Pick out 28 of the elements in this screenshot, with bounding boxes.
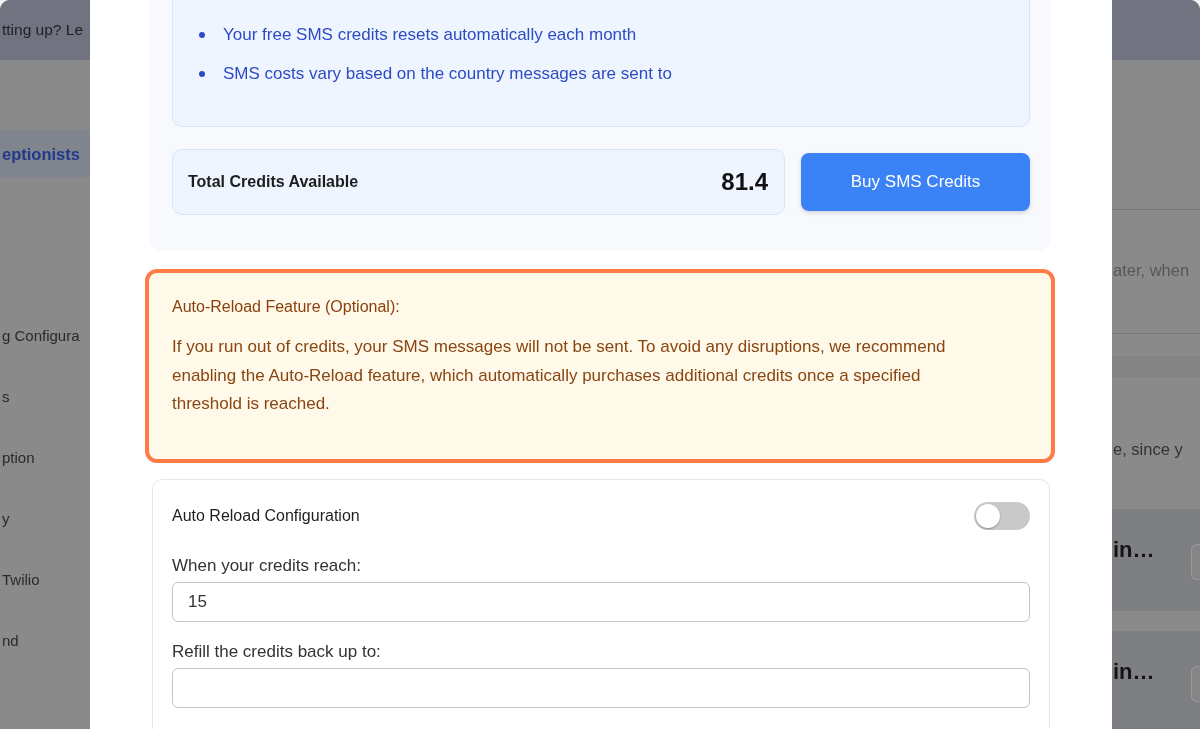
number-field[interactable]: 15 — [172, 581, 1030, 622]
alert-text: If you run out of credits, your SMS messages will not be sent. To avoid any disruptions, we recommend enabling the Auto-Reload feature, which automatically purchases additional credits once a specified threshold is reached. — [172, 336, 947, 415]
field-label: When your credits reach: — [172, 554, 362, 577]
credits-value: 81.4 — [721, 167, 768, 197]
bullet-icon — [199, 32, 205, 38]
info-text: SMS costs vary based on the country messages are sent to — [223, 63, 672, 85]
credits-label: Total Credits Available — [188, 172, 359, 192]
sidebar-item[interactable]: nd — [0, 611, 90, 672]
field-label: Refill the credits back up to: — [172, 640, 382, 663]
sidebar-item[interactable]: g Configura — [0, 306, 90, 367]
bullet-icon — [199, 71, 205, 77]
sidebar-item[interactable]: y — [0, 489, 90, 550]
sidebar-item[interactable]: ption — [0, 428, 90, 489]
side-button[interactable] — [1191, 544, 1200, 580]
auto-reload-title: Auto Reload Configuration — [172, 506, 360, 526]
card-title: in… — [1113, 659, 1155, 684]
auto-reload-toggle[interactable] — [974, 502, 1030, 530]
side-button[interactable] — [1191, 666, 1200, 702]
sidebar-item[interactable]: s — [0, 367, 90, 428]
description-text: e, since y — [1113, 440, 1183, 458]
card-title: in… — [1113, 537, 1155, 562]
sidebar-item[interactable]: eptionists — [0, 130, 90, 178]
banner-text: tting up? Le — [2, 20, 83, 41]
info-text: Your free SMS credits resets automatically each month — [223, 24, 637, 46]
sidebar-item[interactable]: Twilio — [0, 550, 90, 611]
alert-title: Auto-Reload Feature (Optional): — [172, 297, 401, 317]
number-field[interactable] — [172, 667, 1030, 708]
buy-credits-button[interactable]: Buy SMS Credits — [801, 153, 1030, 211]
